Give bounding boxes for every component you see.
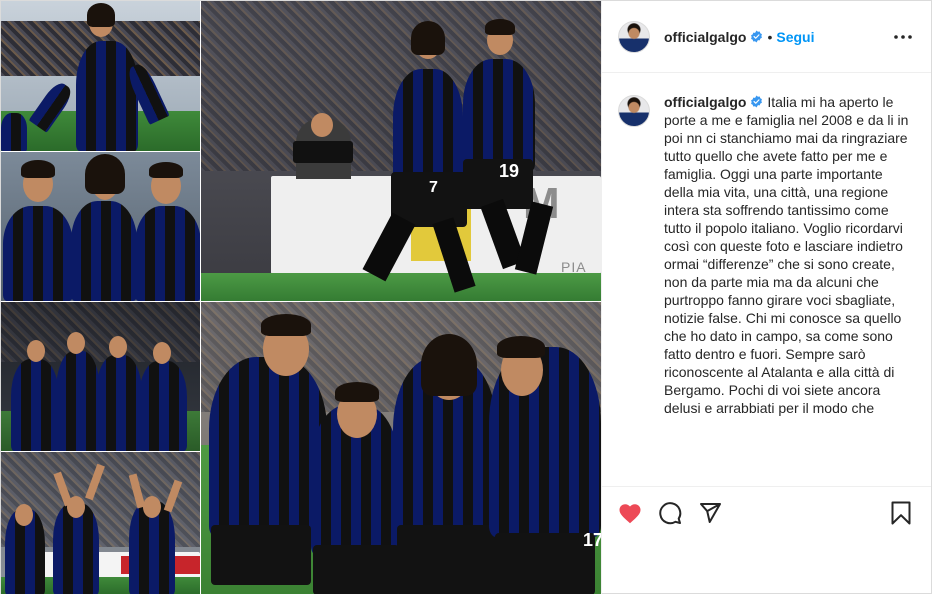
photo-team-celebrating-arms-up: [1, 452, 200, 594]
verified-badge-icon: [750, 30, 763, 43]
photo-night-team-huddle: [1, 302, 200, 451]
header-username[interactable]: officialgalgo: [664, 29, 746, 45]
caption-text: Italia mi ha aperto le porte a me e fami…: [664, 94, 909, 416]
caption: officialgalgo Italia mi ha aperto le por…: [618, 93, 915, 417]
panel-bottom-space: [602, 539, 931, 594]
post-details-panel: officialgalgo • Segui officialgalgo Ital…: [601, 1, 931, 594]
header-separator: •: [767, 28, 773, 45]
photo-goal-celebration-7-and-19: M PIA 7 19: [201, 1, 601, 301]
send-icon[interactable]: [698, 501, 722, 525]
post-actions-bar: [602, 487, 931, 539]
photo-four-players-group: 17: [201, 302, 601, 594]
heart-filled-icon[interactable]: [618, 501, 642, 525]
follow-button[interactable]: Segui: [776, 29, 814, 45]
jersey-number-17: 17: [583, 530, 601, 550]
photo-three-players-close: [1, 152, 200, 301]
avatar[interactable]: [618, 20, 650, 53]
comments-section[interactable]: officialgalgo Italia mi ha aperto le por…: [602, 73, 931, 487]
instagram-post: M PIA 7 19: [0, 0, 932, 594]
caption-avatar[interactable]: [618, 95, 650, 127]
more-horizontal-icon[interactable]: [891, 25, 915, 49]
post-header: officialgalgo • Segui: [602, 1, 931, 73]
caption-username[interactable]: officialgalgo: [664, 94, 746, 110]
caption-verified-badge-icon: [750, 95, 763, 108]
jersey-number-7: 7: [429, 179, 438, 196]
post-image-collage[interactable]: M PIA 7 19: [1, 1, 601, 594]
comment-icon[interactable]: [658, 501, 682, 525]
bookmark-icon[interactable]: [889, 501, 913, 525]
caption-body: officialgalgo Italia mi ha aperto le por…: [664, 93, 915, 417]
jersey-number-19: 19: [499, 161, 520, 181]
photo-celebration-arms-wide: [1, 1, 200, 151]
